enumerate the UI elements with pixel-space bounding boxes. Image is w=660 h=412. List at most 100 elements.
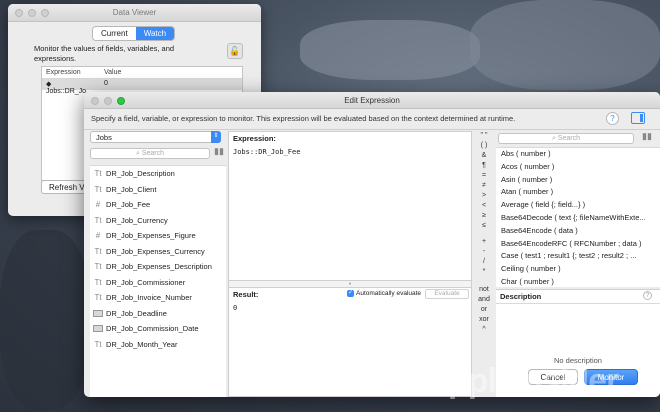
operator-button[interactable]: ≠ [474,181,494,191]
viewer-tabs: Current Watch [92,26,176,41]
field-name: DR_Job_Commission_Date [106,324,199,334]
sort-bars-icon[interactable]: ▮▮ [214,146,224,157]
result-label: Result: [233,290,259,299]
operator-button[interactable]: < [474,201,494,211]
wallpaper-rock [0,230,90,410]
text-field-icon: Tt [94,262,102,272]
list-item[interactable]: Tt DR_Job_Invoice_Number [90,290,226,306]
function-item[interactable]: Base64EncodeRFC ( RFCNumber ; data ) [496,238,660,251]
text-field-icon: Tt [94,293,102,303]
list-item[interactable]: Tt DR_Job_Expenses_Description [90,259,226,275]
data-viewer-titlebar: Data Viewer [8,4,261,22]
evaluate-button[interactable]: Evaluate [425,289,469,299]
function-item[interactable]: Acos ( number ) [496,161,660,174]
operator-button[interactable]: / [474,257,494,267]
sidebar-toggle-icon[interactable] [631,112,645,124]
sort-bars-icon[interactable]: ▮▮ [642,131,652,142]
function-item[interactable]: Asin ( number ) [496,174,660,187]
field-name: DR_Job_Expenses_Figure [106,231,196,241]
field-name: DR_Job_Deadline [106,308,167,318]
list-item[interactable]: Tt DR_Job_Description [90,166,226,182]
operator-button[interactable]: & [474,151,494,161]
date-field-icon [93,309,103,317]
expression-editor[interactable]: Expression: Jobs::DR_Job_Fee [228,131,472,281]
function-item[interactable]: Case ( test1 ; result1 {; test2 ; result… [496,250,660,263]
list-item[interactable]: # DR_Job_Fee [90,197,226,213]
function-item[interactable]: Ceiling ( number ) [496,263,660,276]
operator-button[interactable]: - [474,247,494,257]
operator-button[interactable]: = [474,171,494,181]
operator-button[interactable]: + [474,237,494,247]
field-name: DR_Job_Expenses_Description [106,262,212,272]
fields-list: Tt DR_Job_Description Tt DR_Job_Client # DR_J… [90,165,226,397]
function-item[interactable]: Char ( number ) [496,276,660,287]
functions-search-input[interactable]: ⌕ Search [498,133,634,144]
wallpaper-rock [470,0,660,90]
edit-expression-dialog: Edit Expression Specify a field, variabl… [84,92,660,397]
row-value: 0 [104,80,108,87]
table-select[interactable]: Jobs ⇕ [90,131,221,143]
column-value[interactable]: Value [100,67,125,78]
fields-pane: Jobs ⇕ ⌕ Search ▮▮ Tt DR_Job_Description T… [90,131,226,397]
lock-icon[interactable]: 🔓 [227,43,243,59]
date-field-icon [93,325,103,333]
fields-search-input[interactable]: ⌕ Search [90,148,210,159]
function-item[interactable]: Base64Encode ( data ) [496,225,660,238]
list-item[interactable]: DR_Job_Deadline [90,306,226,322]
function-item[interactable]: Abs ( number ) [496,148,660,161]
field-name: DR_Job_Description [106,169,175,179]
operator-button[interactable]: > [474,191,494,201]
expression-text[interactable]: Jobs::DR_Job_Fee [233,148,300,156]
field-name: DR_Job_Client [106,184,157,194]
operator-button[interactable]: and [474,295,494,305]
list-item[interactable]: Tt DR_Job_Currency [90,213,226,229]
disclosure-icon: ◆ [46,81,52,88]
list-item[interactable]: Tt DR_Job_Commissioner [90,275,226,291]
field-name: DR_Job_Commissioner [106,277,186,287]
list-item[interactable]: # DR_Job_Expenses_Figure [90,228,226,244]
list-item[interactable]: Tt DR_Job_Expenses_Currency [90,244,226,260]
field-name: DR_Job_Invoice_Number [106,293,192,303]
operator-button[interactable]: ≥ [474,211,494,221]
field-name: DR_Job_Expenses_Currency [106,246,205,256]
operator-button[interactable]: xor [474,315,494,325]
list-item[interactable]: Tt DR_Job_Month_Year [90,337,226,353]
function-item[interactable]: Base64Decode ( text {; fileNameWithExte.… [496,212,660,225]
watch-table-header: Expression Value [42,67,242,79]
column-expression[interactable]: Expression [42,67,100,78]
text-field-icon: Tt [94,339,102,349]
operator-button[interactable]: not [474,285,494,295]
text-field-icon: Tt [94,215,102,225]
list-item[interactable]: DR_Job_Commission_Date [90,321,226,337]
operator-button[interactable]: ¶ [474,161,494,171]
tab-current[interactable]: Current [93,27,136,40]
number-field-icon: # [95,231,101,241]
operator-button[interactable]: ( ) [474,141,494,151]
field-name: DR_Job_Currency [106,215,168,225]
data-viewer-title: Data Viewer [112,8,157,17]
field-name: DR_Job_Fee [106,200,151,210]
operator-button[interactable]: " " [474,131,494,141]
table-row[interactable]: ◆ Jobs::DR_Jo... 0 [42,79,242,95]
watch-description: Monitor the values of fields, variables,… [34,44,175,63]
function-item[interactable]: Average ( field {; field...} ) [496,199,660,212]
result-value: 0 [233,304,238,312]
text-field-icon: Tt [94,246,102,256]
operator-button[interactable]: ≤ [474,221,494,231]
text-field-icon: Tt [94,184,102,194]
number-field-icon: # [95,200,101,210]
operator-button[interactable]: or [474,305,494,315]
operator-button[interactable]: * [474,267,494,277]
operators-column: " "( ) & ¶ = ≠ > < ≥ ≤ + - / * not and or xor ^ [474,131,494,397]
divider [496,303,660,304]
row-expression: ◆ Jobs::DR_Jo... [46,81,92,95]
edit-expression-titlebar: Edit Expression [84,92,660,109]
operator-button[interactable]: ^ [474,325,494,335]
edit-expression-title: Edit Expression [344,96,400,105]
tab-watch[interactable]: Watch [135,27,175,40]
list-item[interactable]: Tt DR_Job_Client [90,182,226,198]
help-icon[interactable]: ? [606,112,619,125]
help-icon[interactable]: ? [643,291,652,300]
auto-evaluate-checkbox[interactable]: ✓ Automatically evaluate [347,290,421,297]
function-item[interactable]: Atan ( number ) [496,186,660,199]
